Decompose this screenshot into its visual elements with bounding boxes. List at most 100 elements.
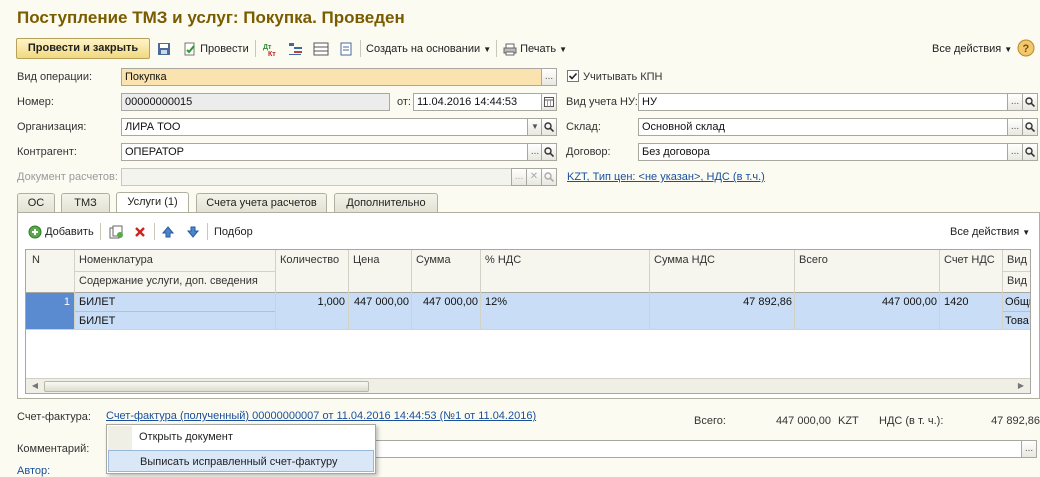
operation-label: Вид операции: — [17, 71, 93, 83]
comment-expand-button[interactable]: ... — [1021, 440, 1037, 458]
organization-search-button[interactable] — [541, 118, 557, 136]
col-vat-account-header[interactable]: Счет НДС — [940, 254, 1002, 266]
price-settings-link[interactable]: KZT, Тип цен: <не указан>, НДС (в т.ч.) — [567, 171, 765, 183]
contractor-label: Контрагент: — [17, 146, 77, 158]
add-row-button[interactable]: Добавить — [28, 224, 94, 240]
settlement-doc-search-button[interactable] — [541, 168, 557, 186]
col-content-header[interactable]: Содержание услуги, доп. сведения — [75, 275, 275, 287]
type2-cell[interactable]: Това — [1005, 315, 1030, 327]
print-menu[interactable]: Печать ▼ — [503, 41, 567, 57]
settlement-doc-clear-button[interactable]: ✕ — [526, 168, 542, 186]
invoice-link[interactable]: Счет-фактура (полученный) 00000000007 от… — [106, 410, 536, 422]
settlement-doc-select-button[interactable]: ... — [511, 168, 527, 186]
open-document-menu-item[interactable]: Открыть документ — [108, 426, 374, 448]
number-field[interactable]: 00000000015 — [121, 93, 390, 111]
help-icon[interactable]: ? — [1017, 39, 1035, 57]
col-type1-header[interactable]: Вид о — [1003, 254, 1030, 266]
print-label: Печать — [520, 43, 557, 55]
svg-text:Кт: Кт — [268, 51, 276, 56]
create-based-on-menu[interactable]: Создать на основании ▼ — [366, 41, 491, 57]
copy-row-icon[interactable] — [109, 224, 124, 240]
post-button[interactable]: Провести — [183, 41, 249, 57]
content-cell[interactable]: БИЛЕТ — [79, 315, 274, 327]
tax-account-select-button[interactable]: ... — [1007, 93, 1023, 111]
warehouse-select-button[interactable]: ... — [1007, 118, 1023, 136]
warehouse-search-button[interactable] — [1022, 118, 1038, 136]
col-sum-header[interactable]: Сумма — [412, 254, 480, 266]
sum-cell[interactable]: 447 000,00 — [412, 296, 478, 308]
col-total-header[interactable]: Всего — [795, 254, 939, 266]
table-all-actions-label: Все действия — [950, 226, 1020, 238]
calendar-button[interactable] — [541, 93, 557, 111]
date-field[interactable]: 11.04.2016 14:44:53 — [413, 93, 542, 111]
operation-select-button[interactable]: ... — [541, 68, 557, 86]
col-vat-sum-header[interactable]: Сумма НДС — [650, 254, 794, 266]
document-icon[interactable] — [339, 41, 353, 57]
move-down-icon[interactable] — [186, 224, 200, 240]
vat-sum-cell[interactable]: 47 892,86 — [650, 296, 792, 308]
operation-field[interactable]: Покупка — [121, 68, 542, 86]
printer-icon — [503, 43, 517, 56]
dropdown-arrow-icon: ▼ — [1022, 228, 1031, 237]
qty-cell[interactable]: 1,000 — [276, 296, 345, 308]
col-price-header[interactable]: Цена — [349, 254, 411, 266]
organization-field[interactable]: ЛИРА ТОО — [121, 118, 528, 136]
contractor-field[interactable]: ОПЕРАТОР — [121, 143, 528, 161]
post-and-close-button[interactable]: Провести и закрыть — [16, 38, 150, 59]
nomenclature-cell[interactable]: БИЛЕТ — [79, 296, 274, 308]
type1-cell[interactable]: Общи — [1005, 296, 1030, 308]
vat-total-label: НДС (в т. ч.): — [879, 415, 944, 427]
tab-tmz[interactable]: ТМЗ — [61, 193, 110, 212]
list-icon[interactable] — [313, 41, 329, 57]
contract-field[interactable]: Без договора — [638, 143, 1008, 161]
total-cell[interactable]: 447 000,00 — [795, 296, 937, 308]
tax-account-field[interactable]: НУ — [638, 93, 1008, 111]
kpn-checkbox[interactable] — [567, 70, 579, 85]
search-icon — [1025, 97, 1036, 108]
issue-corrected-invoice-menu-item[interactable]: Выписать исправленный счет-фактуру — [108, 450, 374, 472]
search-icon — [544, 122, 555, 133]
dropdown-arrow-icon: ▼ — [483, 45, 492, 54]
author-label: Автор: — [17, 465, 51, 477]
page-title: Поступление ТМЗ и услуг: Покупка. Провед… — [17, 8, 405, 27]
tax-account-label: Вид учета НУ: — [566, 96, 638, 108]
table-all-actions-menu[interactable]: Все действия ▼ — [950, 224, 1030, 240]
selection-button[interactable]: Подбор — [214, 224, 253, 240]
contract-search-button[interactable] — [1022, 143, 1038, 161]
scrollbar-thumb[interactable] — [44, 381, 369, 392]
col-nomenclature-header[interactable]: Номенклатура — [75, 254, 275, 266]
tab-settlement-accounts[interactable]: Счета учета расчетов — [196, 193, 327, 212]
tab-services[interactable]: Услуги (1) — [116, 192, 189, 213]
col-vat-pct-header[interactable]: % НДС — [481, 254, 649, 266]
contractor-search-button[interactable] — [541, 143, 557, 161]
tab-os[interactable]: ОС — [17, 193, 55, 212]
save-icon[interactable] — [157, 41, 171, 57]
all-actions-label: Все действия — [932, 43, 1002, 55]
col-n-header[interactable]: N — [28, 254, 72, 266]
move-up-icon[interactable] — [161, 224, 175, 240]
horizontal-scrollbar[interactable]: ◀ ▶ — [26, 378, 1030, 393]
settlement-doc-field[interactable] — [121, 168, 512, 186]
vat-account-cell[interactable]: 1420 — [944, 296, 1000, 308]
svg-text:?: ? — [1023, 43, 1030, 55]
tab-additional[interactable]: Дополнительно — [334, 193, 438, 212]
structure-icon[interactable] — [288, 41, 304, 57]
col-qty-header[interactable]: Количество — [276, 254, 348, 266]
scroll-right-icon[interactable]: ▶ — [1014, 381, 1028, 392]
tax-account-search-button[interactable] — [1022, 93, 1038, 111]
svg-text:Дт: Дт — [263, 44, 272, 51]
delete-row-icon[interactable] — [133, 224, 147, 240]
dt-kt-icon[interactable]: Дт Кт — [263, 41, 279, 57]
search-icon — [544, 147, 555, 158]
services-table: N Номенклатура Содержание услуги, доп. с… — [25, 249, 1031, 394]
warehouse-field[interactable]: Основной склад — [638, 118, 1008, 136]
all-actions-menu[interactable]: Все действия ▼ — [932, 41, 1012, 57]
vat-pct-cell[interactable]: 12% — [485, 296, 645, 308]
col-type2-header[interactable]: Вид п — [1003, 275, 1030, 287]
scroll-left-icon[interactable]: ◀ — [28, 381, 42, 392]
search-icon — [1025, 122, 1036, 133]
invoice-label: Счет-фактура: — [17, 411, 91, 423]
contract-select-button[interactable]: ... — [1007, 143, 1023, 161]
row-number-cell[interactable]: 1 — [28, 296, 70, 308]
price-cell[interactable]: 447 000,00 — [349, 296, 409, 308]
